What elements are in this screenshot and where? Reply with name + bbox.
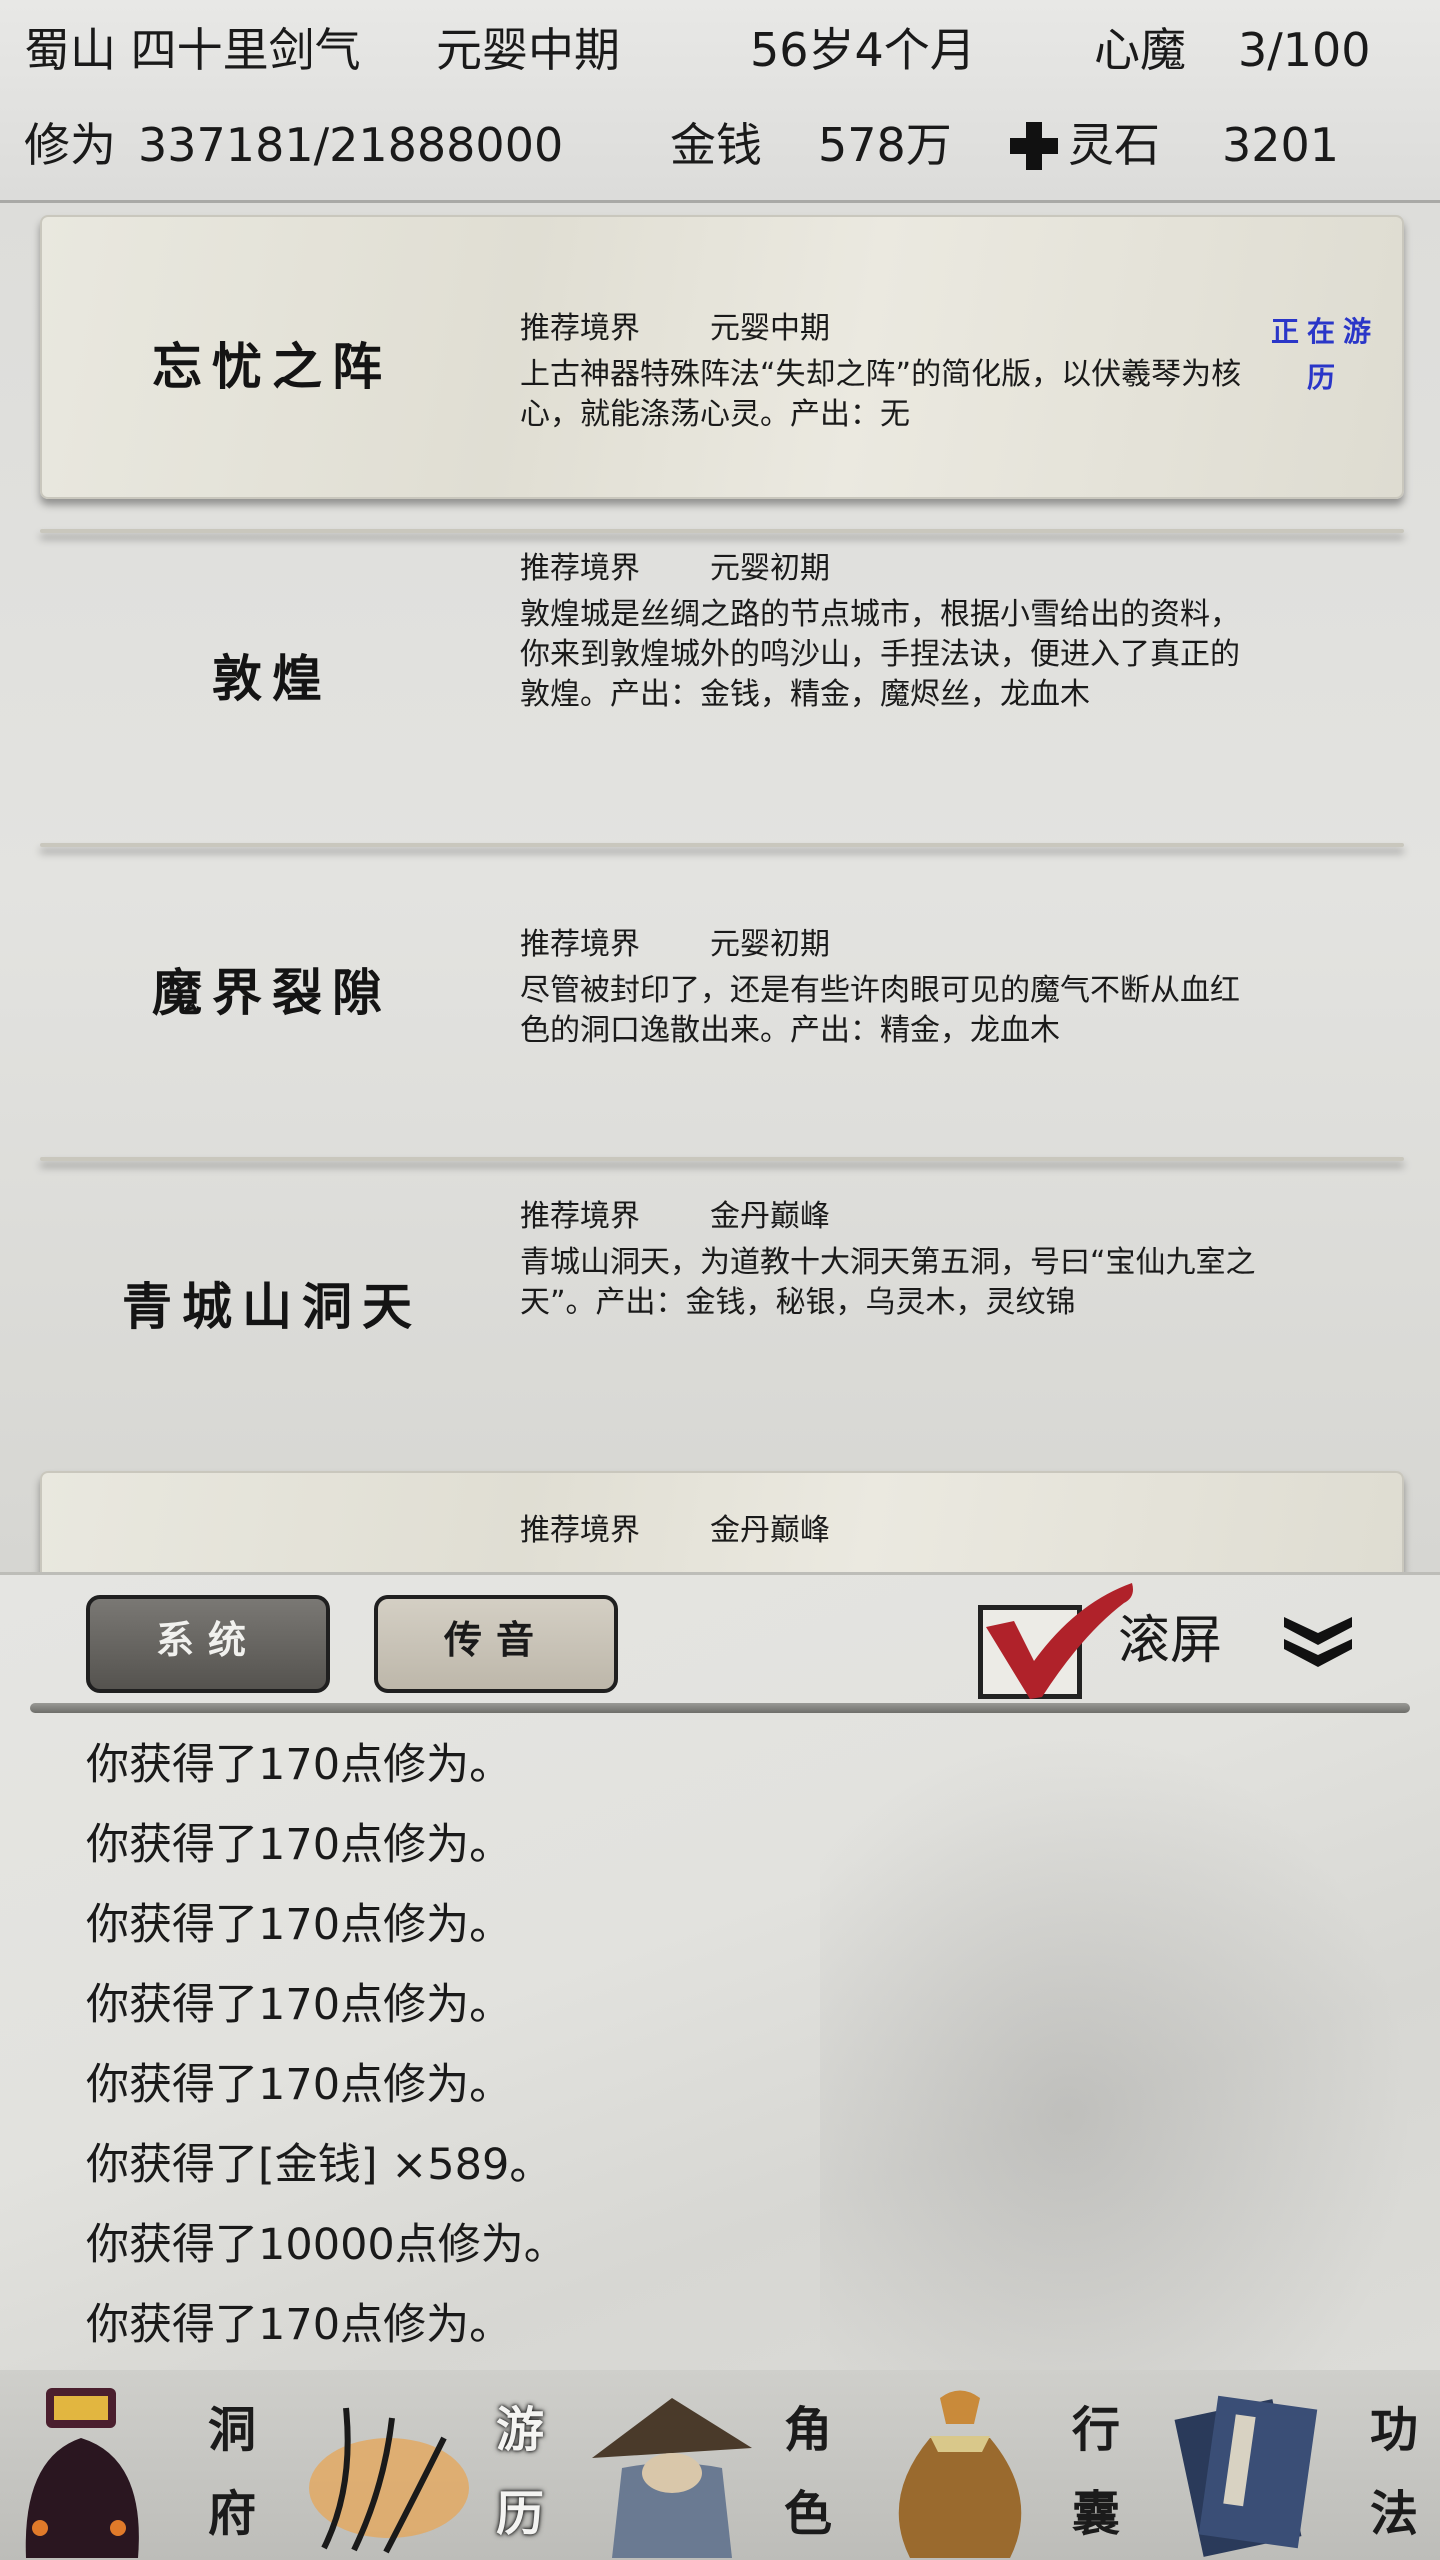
heart-demon-label: 心魔 (1094, 23, 1186, 77)
spirit-stone-label: 灵石 (1068, 118, 1160, 172)
recommended-realm: 推荐境界 元婴初期 (520, 543, 830, 587)
nav-label-top: 游 (496, 2402, 545, 2458)
spirit-stone-icon (1006, 118, 1062, 193)
tab-system[interactable]: 系统 (86, 1595, 330, 1693)
nav-label-bottom: 府 (208, 2486, 257, 2542)
nav-cave-mansion[interactable]: 洞 府 (0, 2370, 288, 2560)
character-icon (592, 2398, 752, 2558)
location-description: 青城山洞天，为道教十大洞天第五洞，号曰“宝仙九室之天”。产出：金钱，秘银，乌灵木… (520, 1245, 1256, 1320)
manual-icon (1174, 2395, 1318, 2557)
nav-label-top: 功 (1370, 2402, 1419, 2458)
location-title: 青城山洞天 (122, 1277, 422, 1336)
realm-label: 推荐境界 (520, 1199, 640, 1234)
nav-label-bottom: 色 (784, 2486, 833, 2542)
realm-value: 金丹巅峰 (710, 1513, 830, 1548)
nav-label-bottom: 法 (1370, 2486, 1419, 2542)
location-card[interactable]: 青城山洞天 推荐境界 金丹巅峰 青城山洞天，为道教十大洞天第五洞，号曰“宝仙九室之… (40, 1157, 1404, 1336)
realm-label: 推荐境界 (520, 311, 640, 346)
location-text: 蜀山 四十里剑气 (24, 23, 361, 77)
tab-message[interactable]: 传音 (374, 1595, 618, 1693)
nav-label-top: 洞 (208, 2402, 257, 2458)
location-title: 敦煌 (212, 649, 332, 708)
realm-label: 推荐境界 (520, 1513, 640, 1548)
checkmark-icon (986, 1583, 1133, 1699)
bottom-navigation: 洞 府 游 历 角 色 行 囊 功 法 (0, 2370, 1440, 2560)
location-description: 尽管被封印了，还是有些许肉眼可见的魔气不断从血红色的洞口逸散出来。产出：精金，龙… (520, 973, 1240, 1048)
location-card[interactable]: 推荐境界 金丹巅峰 (40, 1471, 1404, 1573)
location-list[interactable]: 忘忧之阵 推荐境界 元婴中期 上古神器特殊阵法“失却之阵”的简化版，以伏羲琴为核心… (0, 203, 1440, 1573)
nav-character[interactable]: 角 色 (576, 2370, 864, 2560)
log-list[interactable]: 你获得了170点修为。 你获得了170点修为。 你获得了170点修为。 你获得了… (86, 1725, 1286, 2365)
recommended-realm: 推荐境界 元婴中期 (520, 303, 830, 347)
log-line: 你获得了170点修为。 (86, 1820, 513, 1870)
realm-value: 元婴初期 (710, 927, 830, 962)
status-header: 蜀山 四十里剑气 元婴中期 56岁4个月 心魔 3/100 修为 337181/… (0, 0, 1440, 203)
log-line: 你获得了170点修为。 (86, 1900, 513, 1950)
recommended-realm: 推荐境界 金丹巅峰 (520, 1505, 830, 1549)
location-description: 敦煌城是丝绸之路的节点城市，根据小雪给出的资料，你来到敦煌城外的鸣沙山，手捏法诀… (520, 597, 1240, 712)
log-line: 你获得了170点修为。 (86, 2060, 513, 2110)
realm-value: 元婴中期 (710, 311, 830, 346)
log-line: 你获得了[金钱] ×589。 (86, 2140, 553, 2190)
location-description: 上古神器特殊阵法“失却之阵”的简化版，以伏羲琴为核心，就能涤荡心灵。产出：无 (520, 357, 1242, 432)
nav-bag[interactable]: 行 囊 (864, 2370, 1152, 2560)
location-card[interactable]: 忘忧之阵 推荐境界 元婴中期 上古神器特殊阵法“失却之阵”的简化版，以伏羲琴为核心… (40, 215, 1404, 499)
header-row-1: 蜀山 四十里剑气 元婴中期 56岁4个月 心魔 3/100 (0, 15, 1440, 85)
nav-travel[interactable]: 游 历 (288, 2370, 576, 2560)
money-value: 578万 (818, 118, 952, 172)
nav-cultivation-manual[interactable]: 功 法 (1152, 2370, 1440, 2560)
log-line: 你获得了170点修为。 (86, 2300, 513, 2350)
traveling-status-badge: 正在游历 (1270, 315, 1379, 394)
realm-label: 推荐境界 (520, 551, 640, 586)
message-log-panel: 系统 传音 滚屏 你获得了170点修为。 你获得了170点修为。 你获得了170… (0, 1572, 1440, 2375)
cultivation-label: 修为 (24, 118, 116, 172)
realm-value: 元婴初期 (710, 551, 830, 586)
location-card[interactable]: 魔界裂隙 推荐境界 元婴初期 尽管被封印了，还是有些许肉眼可见的魔气不断从血红色的… (40, 843, 1404, 1048)
realm-value: 金丹巅峰 (710, 1199, 830, 1234)
money-label: 金钱 (670, 118, 762, 172)
cave-mansion-icon (25, 2388, 139, 2558)
spirit-stone-value: 3201 (1222, 118, 1340, 172)
log-line: 你获得了170点修为。 (86, 1740, 513, 1790)
bag-icon (898, 2390, 1022, 2558)
recommended-realm: 推荐境界 金丹巅峰 (520, 1191, 830, 1235)
nav-label-top: 行 (1072, 2402, 1121, 2458)
recommended-realm: 推荐境界 元婴初期 (520, 919, 830, 963)
nav-label-bottom: 历 (496, 2486, 545, 2542)
collapse-chevron-icon[interactable] (1280, 1611, 1356, 1671)
location-card[interactable]: 敦煌 推荐境界 元婴初期 敦煌城是丝绸之路的节点城市，根据小雪给出的资料，你来到敦… (40, 529, 1404, 712)
realm-text: 元婴中期 (436, 23, 620, 77)
panel-divider (30, 1703, 1410, 1713)
log-line: 你获得了170点修为。 (86, 1980, 513, 2030)
nav-label-bottom: 囊 (1072, 2486, 1121, 2542)
cultivation-value: 337181/21888000 (138, 118, 564, 172)
log-line: 你获得了10000点修为。 (86, 2220, 567, 2270)
realm-label: 推荐境界 (520, 927, 640, 962)
header-row-2: 修为 337181/21888000 金钱 578万 灵石 3201 (0, 110, 1440, 180)
auto-scroll-label[interactable]: 滚屏 (1118, 1601, 1222, 1681)
location-title: 忘忧之阵 (152, 337, 392, 396)
heart-demon-value: 3/100 (1238, 23, 1371, 77)
travel-icon (309, 2407, 469, 2554)
location-title: 魔界裂隙 (152, 963, 392, 1022)
age-text: 56岁4个月 (750, 23, 976, 77)
nav-label-top: 角 (784, 2402, 833, 2458)
